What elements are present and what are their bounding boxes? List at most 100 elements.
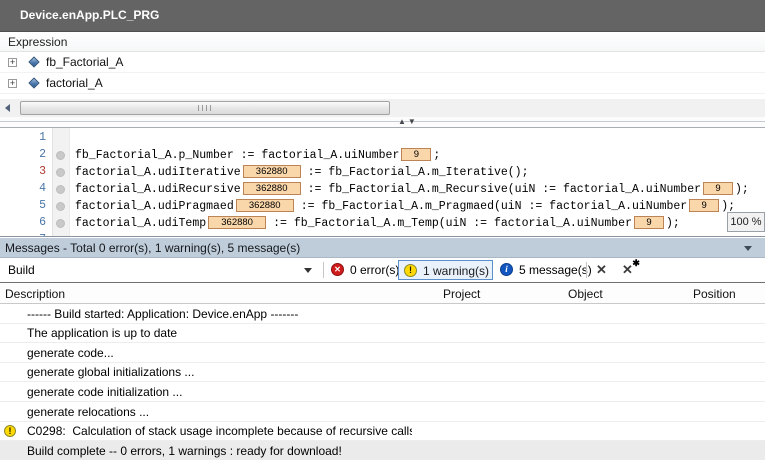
watch-expression-label[interactable]: fb_Factorial_A	[46, 55, 123, 69]
monitoring-bullet-icon	[56, 185, 65, 194]
asterisk-badge-icon: ✱	[632, 258, 640, 269]
code-line-2[interactable]: 2 fb_Factorial_A.p_Number := factorial_A…	[0, 147, 765, 164]
message-description: Build complete -- 0 errors, 1 warnings :…	[27, 444, 342, 458]
table-row[interactable]: generate relocations ...	[0, 402, 765, 422]
monitoring-bullet-icon	[56, 151, 65, 160]
info-circle-icon: i	[500, 263, 513, 276]
splitter-collapse-arrows-icon[interactable]: ▲▼	[398, 117, 418, 126]
message-description: generate code...	[27, 346, 114, 360]
error-circle-icon: ✕	[331, 263, 344, 276]
watch-row-fb-factorial-a[interactable]: + fb_Factorial_A	[0, 52, 765, 73]
watch-expression-label[interactable]: factorial_A	[46, 76, 103, 90]
message-description: C0298: Calculation of stack usage incomp…	[27, 424, 412, 438]
st-code-editor[interactable]: 1 2 fb_Factorial_A.p_Number := factorial…	[0, 128, 765, 236]
variable-diamond-icon	[28, 77, 39, 88]
watch-column-header[interactable]: Expression	[0, 32, 765, 52]
monitored-value-box: 362880	[243, 182, 301, 195]
scrollbar-thumb[interactable]	[20, 101, 390, 115]
message-category-dropdown[interactable]: Build	[2, 260, 320, 280]
messages-count-label: 5 message(s)	[519, 263, 592, 277]
code-line-1[interactable]: 1	[0, 130, 765, 147]
table-row[interactable]: The application is up to date	[0, 324, 765, 344]
monitored-value-box: 362880	[243, 165, 301, 178]
editor-zoom-level[interactable]: 100 %	[727, 212, 765, 232]
code-line-3[interactable]: 3 factorial_A.udiIterative362880 := fb_Fa…	[0, 164, 765, 181]
monitoring-bullet-icon	[56, 168, 65, 177]
messages-table: Description Project Object Position ----…	[0, 284, 765, 460]
code-segment: := fb_Factorial_A.m_Iterative();	[308, 166, 529, 179]
window-title-bar[interactable]: Device.enApp.PLC_PRG	[0, 0, 765, 32]
scroll-left-button[interactable]	[0, 99, 17, 117]
message-description: generate relocations ...	[27, 405, 149, 419]
code-segment: );	[735, 183, 749, 196]
table-row[interactable]: generate global initializations ...	[0, 363, 765, 383]
code-line-6[interactable]: 6 factorial_A.udiTemp362880 := fb_Factori…	[0, 215, 765, 232]
table-row-selected[interactable]: Build complete -- 0 errors, 1 warnings :…	[0, 441, 765, 460]
expand-plus-icon[interactable]: +	[8, 58, 17, 67]
line-number: 1	[0, 131, 46, 144]
panel-menu-chevron-icon[interactable]	[744, 246, 752, 251]
code-segment: ;	[433, 149, 440, 162]
toolbar-separator	[323, 262, 324, 278]
monitoring-bullet-icon	[56, 219, 65, 228]
monitored-value-box: 362880	[208, 216, 266, 229]
code-segment: := fb_Factorial_A.m_Pragmaed(uiN := fact…	[301, 200, 687, 213]
line-number: 5	[0, 199, 46, 212]
panel-splitter[interactable]: ▲▼	[0, 117, 765, 128]
code-segment: := fb_Factorial_A.m_Temp(uiN := factoria…	[273, 217, 632, 230]
dropdown-chevron-icon	[304, 268, 312, 273]
code-line-4[interactable]: 4 factorial_A.udiRecursive362880:= fb_Fa…	[0, 181, 765, 198]
code-segment: factorial_A.udiIterative	[75, 166, 241, 179]
watch-horizontal-scrollbar[interactable]	[0, 99, 765, 117]
clear-messages-icon[interactable]: ✕	[596, 262, 607, 278]
table-row[interactable]: generate code initialization ...	[0, 382, 765, 402]
table-header-row: Description Project Object Position	[0, 284, 765, 304]
monitoring-bullet-icon	[56, 202, 65, 211]
table-row[interactable]: ------ Build started: Application: Devic…	[0, 304, 765, 324]
window-title: Device.enApp.PLC_PRG	[20, 8, 159, 22]
expand-plus-icon[interactable]: +	[8, 79, 17, 88]
line-number: 3	[0, 165, 46, 178]
message-description: generate code initialization ...	[27, 385, 182, 399]
line-number: 2	[0, 148, 46, 161]
column-header-project[interactable]: Project	[443, 287, 480, 301]
message-description: generate global initializations ...	[27, 365, 194, 379]
scrollbar-grip-icon	[198, 105, 212, 111]
monitored-value-box: 9	[401, 148, 431, 161]
code-line-5[interactable]: 5 factorial_A.udiPragmaed362880 := fb_Fac…	[0, 198, 765, 215]
code-segment: := fb_Factorial_A.m_Recursive(uiN := fac…	[308, 183, 701, 196]
messages-panel-header[interactable]: Messages - Total 0 error(s), 1 warning(s…	[0, 238, 765, 258]
dropdown-selected-value: Build	[8, 263, 35, 277]
watch-row-factorial-a[interactable]: + factorial_A	[0, 73, 765, 94]
message-description: ------ Build started: Application: Devic…	[27, 307, 298, 321]
monitored-value-box: 362880	[236, 199, 294, 212]
column-header-object[interactable]: Object	[568, 287, 603, 301]
table-row[interactable]: generate code...	[0, 343, 765, 363]
table-row-warning[interactable]: ! C0298: Calculation of stack usage inco…	[0, 422, 765, 442]
code-segment: fb_Factorial_A.p_Number := factorial_A.u…	[75, 149, 399, 162]
monitored-value-box: 9	[689, 199, 719, 212]
variable-diamond-icon	[28, 56, 39, 67]
line-number: 4	[0, 182, 46, 195]
messages-summary-title: Messages - Total 0 error(s), 1 warning(s…	[5, 241, 300, 255]
warnings-count-label: 1 warning(s)	[423, 264, 489, 278]
clear-all-messages-icon[interactable]: ✕✱	[622, 262, 633, 278]
toolbar-separator	[586, 262, 587, 278]
column-header-description[interactable]: Description	[5, 287, 65, 301]
column-header-position[interactable]: Position	[693, 287, 736, 301]
warning-circle-icon: !	[404, 264, 417, 277]
errors-count-label: 0 error(s)	[350, 263, 399, 277]
warnings-filter-button-active[interactable]: ! 1 warning(s)	[398, 260, 493, 280]
plc-editor-window: Device.enApp.PLC_PRG Expression + fb_Fac…	[0, 0, 765, 460]
splitter-line	[0, 121, 765, 122]
code-segment: );	[666, 217, 680, 230]
message-description: The application is up to date	[27, 326, 177, 340]
expression-column-label: Expression	[8, 35, 67, 49]
line-number: 6	[0, 216, 46, 229]
code-segment: factorial_A.udiPragmaed	[75, 200, 234, 213]
messages-toolbar: Build ✕ 0 error(s) ! 1 warning(s) i 5 me…	[0, 258, 765, 283]
monitored-value-box: 9	[703, 182, 733, 195]
code-segment: factorial_A.udiTemp	[75, 217, 206, 230]
scroll-left-arrow-icon	[5, 104, 10, 112]
messages-panel: Messages - Total 0 error(s), 1 warning(s…	[0, 236, 765, 460]
